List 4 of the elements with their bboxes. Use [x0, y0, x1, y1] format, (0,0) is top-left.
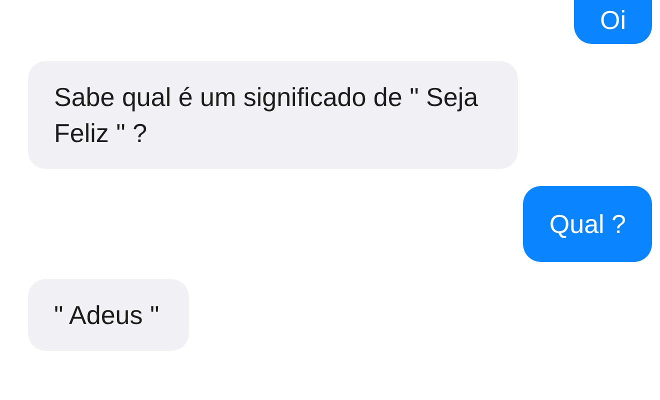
message-bubble: Qual ? [523, 186, 652, 262]
message-bubble: Oi [574, 0, 652, 44]
message-bubble: " Adeus " [28, 279, 190, 351]
message-bubble: Sabe qual é um significado de " Seja Feliz " ? [28, 61, 518, 169]
